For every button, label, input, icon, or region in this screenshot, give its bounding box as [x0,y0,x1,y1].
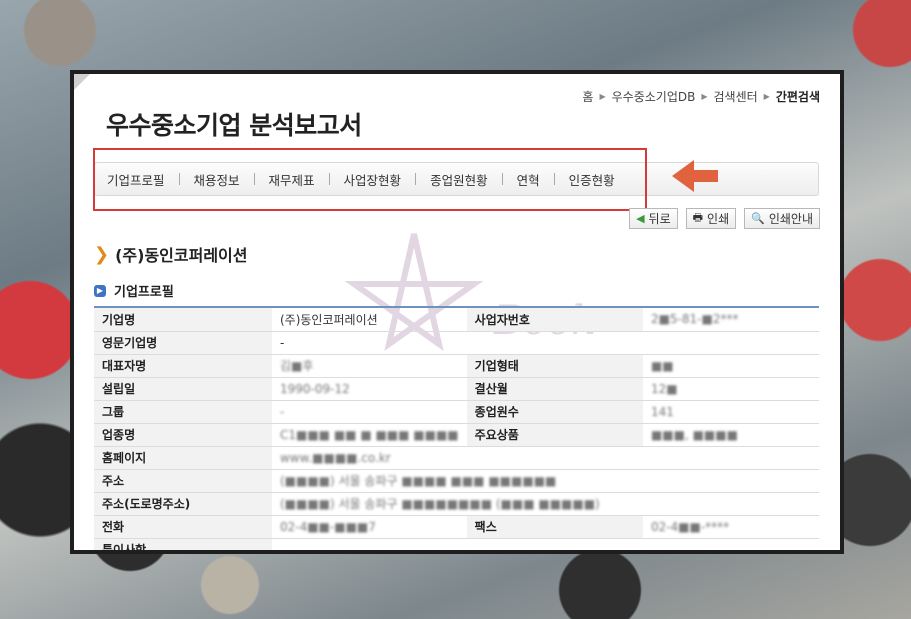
row-label: 영문기업명 [94,331,272,355]
company-title: ❯ (주)동인코퍼레이션 [94,242,247,266]
print-label: 인쇄 [707,212,730,226]
back-label: 뒤로 [648,212,671,226]
row-label: 기업형태 [466,354,643,378]
corner-fold [74,74,90,90]
report-window: 홈 ▶ 우수중소기업DB ▶ 검색센터 ▶ 간편검색 우수중소기업 분석보고서 … [70,70,844,554]
breadcrumb-arrow-icon: ▶ [763,92,770,101]
row-label: 결산월 [466,377,643,401]
breadcrumb-home[interactable]: 홈 [582,88,593,105]
breadcrumb-current[interactable]: 간편검색 [776,88,820,105]
row-value: (■■■■) 서울 송파구 ■■■■■■■■ (■■■ ■■■■■) [271,492,819,516]
row-label: 주소(도로명주소) [94,492,272,516]
breadcrumb-arrow-icon: ▶ [599,92,606,101]
row-value: - [271,400,467,424]
row-value: - [271,331,819,355]
action-buttons: ◀ 뒤로 🖶 인쇄 🔍 인쇄안내 [629,208,820,229]
table-row: 기업명 (주)동인코퍼레이션 사업자번호 2■5-81-■2*** [94,308,819,332]
back-arrow-icon: ◀ [636,212,645,225]
print-guide-label: 인쇄안내 [768,212,813,226]
row-value: 1990-09-12 [271,377,467,401]
table-row: 대표자명 김■후 기업형태 ■■ [94,354,819,378]
row-value: 12■ [642,377,819,401]
row-label: 팩스 [466,515,643,539]
row-label: 대표자명 [94,354,272,378]
table-row: 영문기업명 - [94,331,819,355]
print-button[interactable]: 🖶 인쇄 [685,208,737,229]
highlight-box [93,148,647,211]
row-value: 02-4■■-■■■7 [271,515,467,539]
breadcrumb-search-center[interactable]: 검색센터 [714,88,758,105]
bullet-icon: ▶ [94,284,106,297]
row-label: 특이사항 [94,538,272,550]
company-profile-table: 기업명 (주)동인코퍼레이션 사업자번호 2■5-81-■2*** 영문기업명 … [94,306,819,550]
chevron-right-icon: ❯ [94,243,110,265]
row-label: 설립일 [94,377,272,401]
table-row: 특이사항 - [94,538,819,550]
row-value: ■■ [642,354,819,378]
print-guide-icon: 🔍 [751,212,765,225]
pointer-arrow-icon [672,160,718,192]
row-value: 2■5-81-■2*** [642,308,819,332]
table-row: 주소 (■■■■) 서울 송파구 ■■■■ ■■■ ■■■■■■ [94,469,819,493]
table-row: 업종명 C1■■■ ■■ ■ ■■■ ■■■■ 주요상품 ■■■, ■■■■ [94,423,819,447]
back-button[interactable]: ◀ 뒤로 [629,208,678,229]
row-label: 주소 [94,469,272,493]
row-label: 그룹 [94,400,272,424]
row-label: 종업원수 [466,400,643,424]
print-guide-button[interactable]: 🔍 인쇄안내 [744,208,820,229]
table-row: 설립일 1990-09-12 결산월 12■ [94,377,819,401]
table-row: 주소(도로명주소) (■■■■) 서울 송파구 ■■■■■■■■ (■■■ ■■… [94,492,819,516]
section-title-label: 기업프로필 [114,285,174,300]
row-value: 02-4■■-**** [642,515,819,539]
row-value: 김■후 [271,354,467,378]
breadcrumb-db[interactable]: 우수중소기업DB [612,88,696,105]
printer-icon: 🖶 [692,211,704,224]
row-label: 주요상품 [466,423,643,447]
row-label: 업종명 [94,423,272,447]
company-name: (주)동인코퍼레이션 [115,246,248,265]
row-label: 전화 [94,515,272,539]
table-row: 홈페이지 www.■■■■.co.kr [94,446,819,470]
row-value: (주)동인코퍼레이션 [271,308,467,332]
row-label: 사업자번호 [466,308,643,332]
section-title: ▶ 기업프로필 [94,281,174,300]
table-row: 그룹 - 종업원수 141 [94,400,819,424]
row-value: www.■■■■.co.kr [271,446,819,470]
row-label: 홈페이지 [94,446,272,470]
row-value: ■■■, ■■■■ [642,423,819,447]
row-label: 기업명 [94,308,272,332]
table-row: 전화 02-4■■-■■■7 팩스 02-4■■-**** [94,515,819,539]
row-value: C1■■■ ■■ ■ ■■■ ■■■■ [271,423,467,447]
breadcrumb-arrow-icon: ▶ [701,92,708,101]
row-value: (■■■■) 서울 송파구 ■■■■ ■■■ ■■■■■■ [271,469,819,493]
row-value: - [271,538,819,550]
page-title: 우수중소기업 분석보고서 [106,111,362,140]
breadcrumb: 홈 ▶ 우수중소기업DB ▶ 검색센터 ▶ 간편검색 [582,88,820,105]
row-value: 141 [642,400,819,424]
